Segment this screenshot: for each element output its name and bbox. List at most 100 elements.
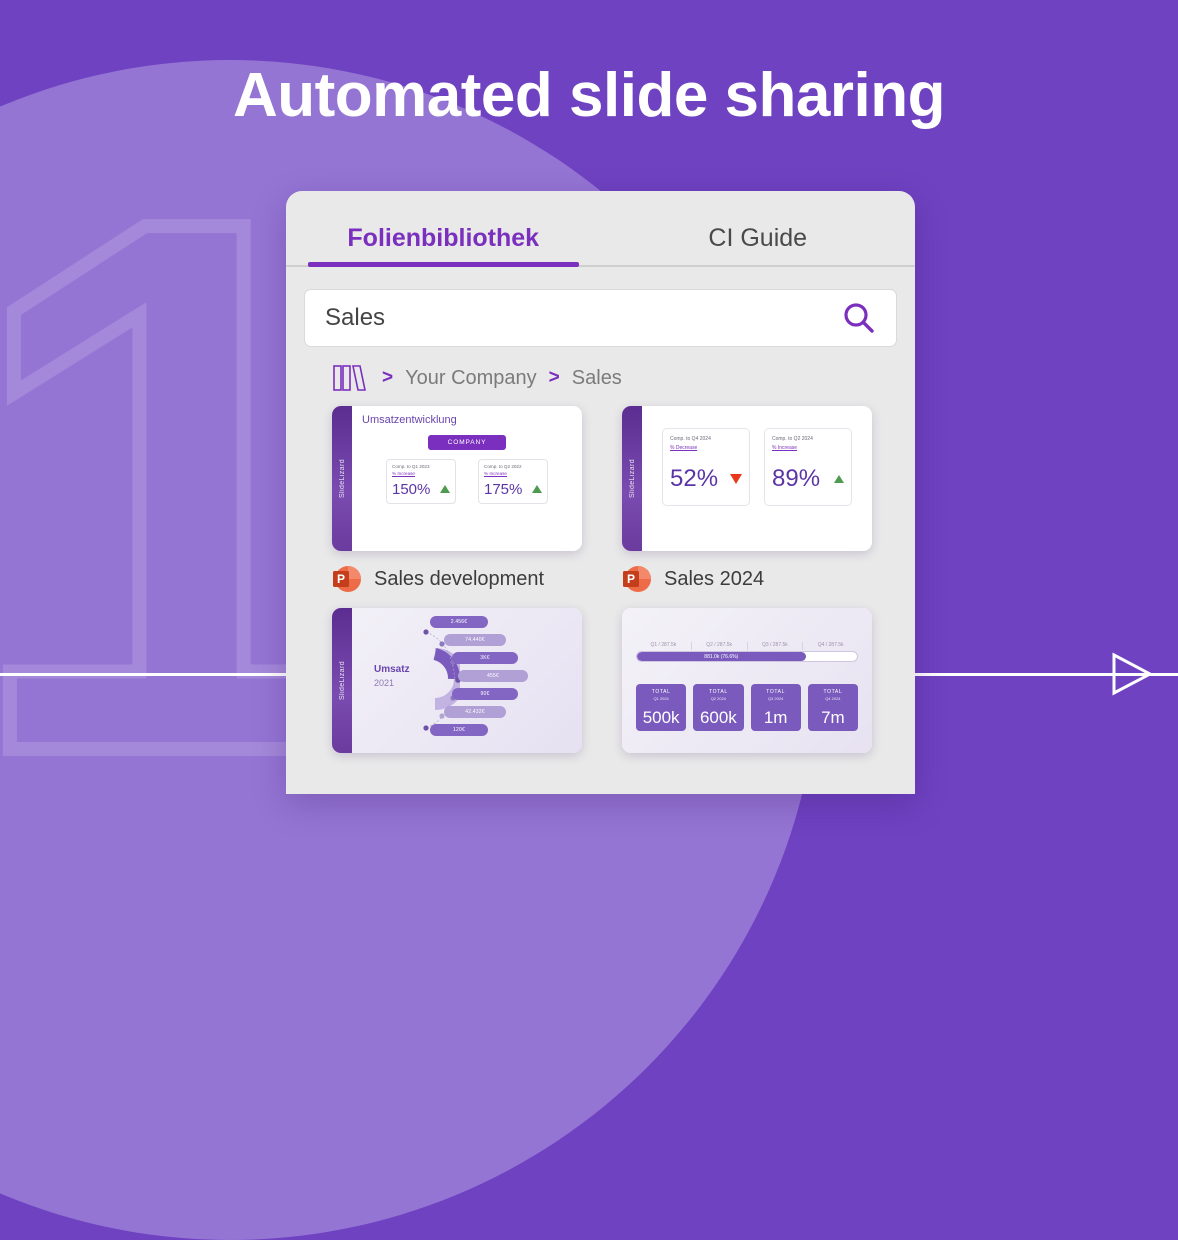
trend-down-icon [730,474,742,484]
slide-brand-rail-label: SlideLizard [338,660,346,701]
total-card-value: 600k [699,708,737,727]
stat-sub: % Increase [772,445,798,451]
progress-bar-fill: 881.0k (76.6%) [637,652,806,661]
stat-value: 175% [484,480,523,498]
tab-folienbibliothek-label: Folienbibliothek [347,223,540,252]
stat-value-row: 52% [670,465,742,493]
breadcrumb: > Your Company > Sales [332,363,915,393]
tab-ci-guide-label: CI Guide [708,223,808,252]
total-card: TOTAL Q3 2024 1m [750,684,801,731]
progress-tick: Q4 / 287.5k [817,642,844,648]
chart-pill: 120€ [430,724,488,736]
stat-value-row: 150% [392,481,450,498]
chart-pill: 455€ [458,670,528,682]
progress-bar: 881.0k (76.6%) [636,651,858,662]
total-card-sub: Q3 2024 [767,696,784,701]
slide-thumbnail[interactable]: SlideLizard Umsatz 2021 2.456€ 74.440€ 3… [332,608,582,753]
stat-value: 150% [392,480,431,498]
total-card-sub: Q1 2024 [653,696,669,701]
stat-sub: % Decrease [670,445,698,451]
chart-sublabel: 2021 [374,678,395,688]
chart-pill: 74.440€ [444,634,506,646]
total-card: TOTAL Q2 2024 600k [693,684,744,731]
search-icon[interactable] [842,301,876,335]
slide-file-name[interactable]: Sales 2024 [664,568,764,591]
stat-caption: Comp. to Q1 2023 [392,464,430,469]
stat-value: 52% [670,465,719,492]
total-card: TOTAL Q4 2024 7m [807,684,858,731]
slide-file-caption: P Sales development [332,562,582,596]
breadcrumb-separator-2: > [548,367,560,388]
slide-stat-row: Comp. to Q1 2023 % Increase 150% Comp. t… [362,459,572,504]
progress-tick: Q3 / 287.5k [748,642,804,650]
chart-pill: 2.456€ [430,616,488,628]
total-card: TOTAL Q1 2024 500k [636,684,687,731]
stat-value-row: 175% [484,481,542,498]
total-card-value: 7m [821,708,845,727]
svg-text:P: P [337,572,345,586]
page-title: Automated slide sharing [233,61,945,130]
progress-tick: Q1 / 287.5k [636,642,692,650]
tab-ci-guide[interactable]: CI Guide [601,191,916,265]
slide-card-umsatz-2021[interactable]: SlideLizard Umsatz 2021 2.456€ 74.440€ 3… [332,608,582,753]
slide-thumbnail[interactable]: SlideLizard Umsatzentwicklung COMPANY Co… [332,406,582,551]
tab-folienbibliothek[interactable]: Folienbibliothek [286,191,601,267]
stat-sub: % Increase [392,470,415,476]
trend-up-icon [834,475,844,483]
total-card-label: TOTAL [823,689,843,695]
stat-caption: Comp. to Q2 2024 [772,436,813,442]
slide-card-quarterly-totals[interactable]: Q1 / 287.5k Q2 / 287.5k Q3 / 287.5k Q4 /… [622,608,872,753]
stat-card: Comp. to Q4 2024 % Decrease 52% [662,428,750,506]
stat-caption: Comp. to Q4 2024 [670,436,711,442]
chart-label: Umsatz [374,664,410,675]
progress-tick-row: Q1 / 287.5k Q2 / 287.5k Q3 / 287.5k Q4 /… [636,642,858,650]
slide-file-name[interactable]: Sales development [374,568,544,591]
stat-caption: Comp. to Q2 2022 [484,464,522,469]
breadcrumb-item-your-company[interactable]: Your Company [405,367,537,390]
total-card-label: TOTAL [709,689,728,695]
slide-brand-rail: SlideLizard [332,406,352,551]
slide-brand-rail: SlideLizard [622,406,642,551]
slide-thumbnail-body: Umsatz 2021 2.456€ 74.440€ 3K€ 455€ 90€ … [352,608,582,753]
slide-file-caption: P Sales 2024 [622,562,872,596]
search-bar[interactable] [304,289,897,347]
total-card-label: TOTAL [766,689,785,695]
stat-card: Comp. to Q1 2023 % Increase 150% [386,459,456,504]
slide-thumbnail-body: Comp. to Q4 2024 % Decrease 52% Comp. to… [642,406,872,551]
slide-grid: SlideLizard Umsatzentwicklung COMPANY Co… [332,406,915,753]
powerpoint-icon: P [623,566,651,592]
slide-brand-rail-label: SlideLizard [338,458,346,499]
search-input[interactable] [325,304,842,332]
stat-card: Comp. to Q2 2022 % Increase 175% [478,459,548,504]
slide-thumbnail-body: Q1 / 287.5k Q2 / 287.5k Q3 / 287.5k Q4 /… [622,608,872,753]
slide-stat-row: Comp. to Q4 2024 % Decrease 52% Comp. to… [652,428,862,506]
slide-card-sales-development[interactable]: SlideLizard Umsatzentwicklung COMPANY Co… [332,406,582,596]
total-card-label: TOTAL [651,689,671,695]
slide-company-badge: COMPANY [428,435,506,450]
slide-thumbnail[interactable]: SlideLizard Comp. to Q4 2024 % Decrease … [622,406,872,551]
stat-sub: % Increase [484,470,507,476]
slide-thumbnail[interactable]: Q1 / 287.5k Q2 / 287.5k Q3 / 287.5k Q4 /… [622,608,872,753]
chart-pill: 3K€ [452,652,518,664]
library-books-icon[interactable] [332,363,370,393]
slide-card-sales-2024[interactable]: SlideLizard Comp. to Q4 2024 % Decrease … [622,406,872,596]
total-card-row: TOTAL Q1 2024 500k TOTAL Q2 2024 600k TO… [636,684,858,731]
total-card-value: 500k [642,708,680,727]
total-card-value: 1m [763,708,788,727]
breadcrumb-separator-1: > [382,367,394,388]
total-card-sub: Q4 2024 [825,696,841,701]
stat-card: Comp. to Q2 2024 % Increase 89% [764,428,852,506]
slide-brand-rail: SlideLizard [332,608,352,753]
slide-brand-rail-label: SlideLizard [628,458,636,499]
slide-title: Umsatzentwicklung [362,414,457,426]
stat-value: 89% [772,465,821,492]
svg-text:P: P [627,572,635,586]
play-arrow-icon[interactable] [1100,645,1158,703]
breadcrumb-item-sales[interactable]: Sales [572,367,622,390]
trend-up-icon [440,485,450,494]
powerpoint-icon: P [333,566,361,592]
app-window: Folienbibliothek CI Guide > Your Company… [286,191,915,794]
slide-thumbnail-body: Umsatzentwicklung COMPANY Comp. to Q1 20… [352,406,582,551]
chart-pill: 42.432€ [444,706,506,718]
trend-up-icon [532,485,542,494]
